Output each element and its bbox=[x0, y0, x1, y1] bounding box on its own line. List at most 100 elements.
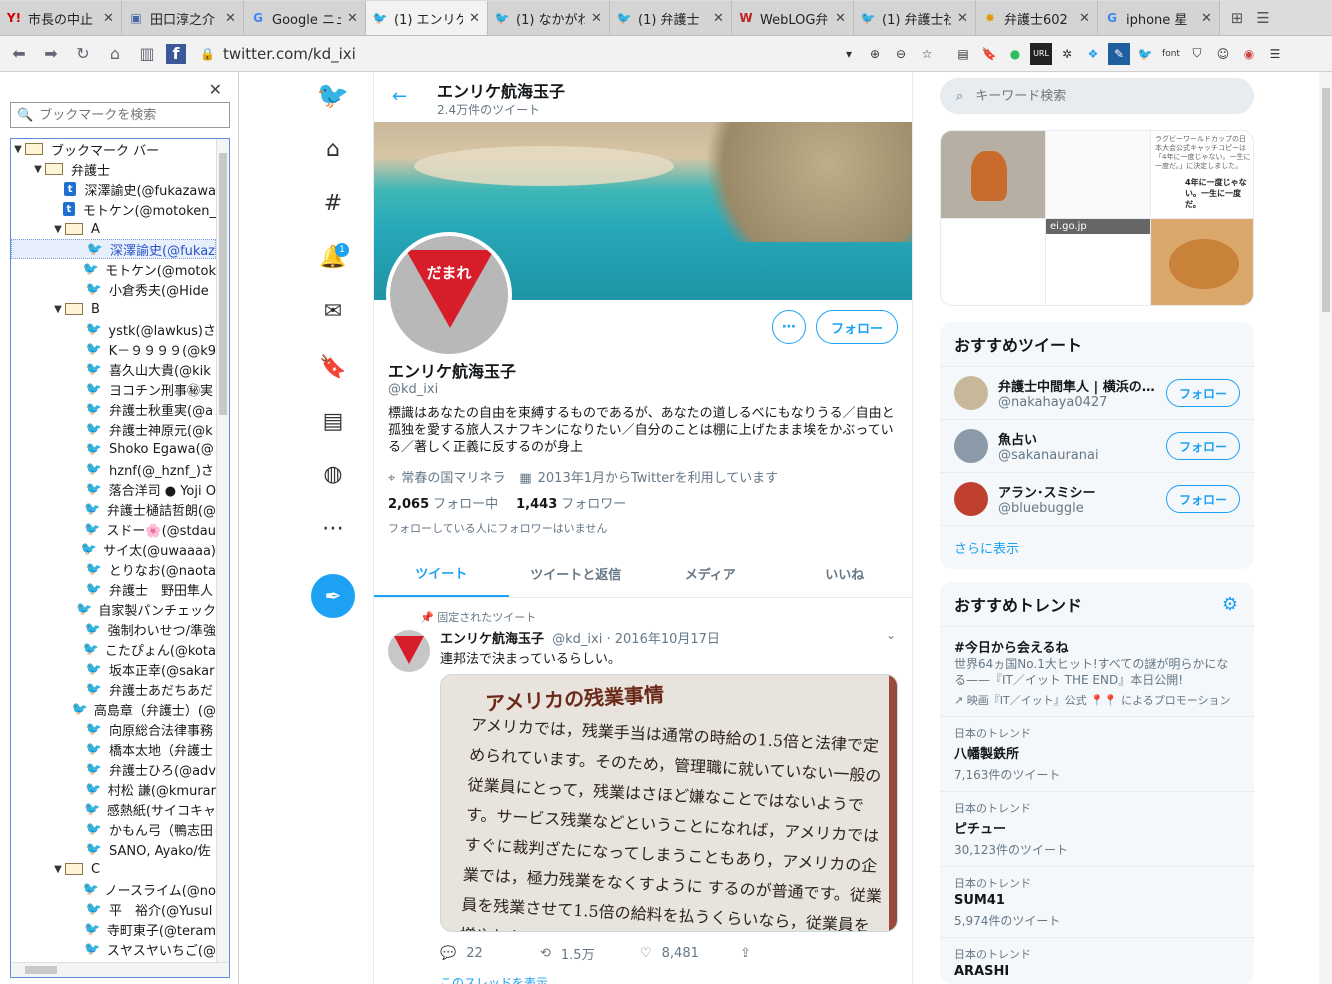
new-tab-icon[interactable]: ⊞ bbox=[1228, 9, 1246, 27]
trend-item[interactable]: 日本のトレンド 八幡製鉄所 7,163件のツイート bbox=[940, 717, 1254, 792]
browser-tab[interactable]: W WebLOG弁 ✕ bbox=[732, 1, 854, 35]
browser-tab[interactable]: 🐦 (1) 弁護士社 ✕ bbox=[854, 1, 976, 35]
reload-icon[interactable]: ↻ bbox=[70, 41, 96, 67]
media-tile-text[interactable] bbox=[941, 219, 1045, 305]
expand-triangle-icon[interactable]: ▼ bbox=[51, 304, 65, 315]
twitter-search[interactable]: ⌕ bbox=[940, 78, 1254, 114]
bookmark-item[interactable]: 🐦 モトケン(@motok bbox=[11, 259, 216, 279]
expand-triangle-icon[interactable]: ▼ bbox=[11, 144, 25, 155]
gear-ext-icon[interactable]: ✲ bbox=[1056, 43, 1078, 65]
home-icon[interactable]: ⌂ bbox=[102, 41, 128, 67]
follow-button[interactable]: フォロー bbox=[815, 310, 898, 344]
browser-tab[interactable]: 🐦 (1) エンリケ ✕ bbox=[366, 1, 488, 35]
expand-triangle-icon[interactable]: ▼ bbox=[51, 224, 65, 235]
followers-link[interactable]: 1,443 フォロワー bbox=[516, 493, 626, 512]
bookmark-item[interactable]: 🐦 SANO, Ayako/佐 bbox=[11, 839, 216, 859]
bookmark-folder[interactable]: ▼ B bbox=[11, 299, 216, 319]
show-thread-link[interactable]: このスレッドを表示 bbox=[440, 974, 548, 984]
browser-tab[interactable]: ▣ 田口淳之介 ✕ bbox=[122, 1, 244, 35]
bookmark-item[interactable]: 🐦 寺町東子(@teram bbox=[11, 919, 216, 939]
avatar[interactable] bbox=[954, 482, 988, 516]
evernote-icon[interactable]: ● bbox=[1004, 43, 1026, 65]
chat-ext-icon[interactable]: ☺ bbox=[1212, 43, 1234, 65]
star-icon[interactable]: ☆ bbox=[916, 43, 938, 65]
bookmark-item[interactable]: 🐦 弁護士 野田隼人 bbox=[11, 579, 216, 599]
bookmark-search[interactable]: 🔍 bbox=[10, 102, 230, 128]
media-tile-fox[interactable] bbox=[941, 131, 1045, 218]
zoom-out-icon[interactable]: ⊖ bbox=[890, 43, 912, 65]
bookmark-item[interactable]: 🐦 坂本正幸(@sakar bbox=[11, 659, 216, 679]
bookmark-item[interactable]: 🐦 かもん弓（鴨志田 bbox=[11, 819, 216, 839]
url-icon[interactable]: URL bbox=[1030, 42, 1052, 65]
messages-envelope-icon[interactable]: ✉ bbox=[308, 291, 358, 331]
bookmark-folder[interactable]: ▼ C bbox=[11, 859, 216, 879]
more-icon[interactable]: ⋯ bbox=[308, 508, 358, 548]
media-tile-gov[interactable]: ei.go.jp bbox=[1046, 219, 1150, 305]
close-tab-icon[interactable]: ✕ bbox=[957, 11, 969, 26]
bookmark-item[interactable]: 🐦 向原総合法律事務 bbox=[11, 719, 216, 739]
promoted-trend[interactable]: #今日から会えるね 世界64ヵ国No.1大ヒット!すべての謎が明らかになる——『… bbox=[940, 627, 1254, 717]
trend-item[interactable]: 日本のトレンド SUM41 5,974件のツイート bbox=[940, 867, 1254, 938]
bookmark-item[interactable]: 🐦 弁護士樋詰哲朗(@ bbox=[11, 499, 216, 519]
chevron-down-icon[interactable]: ⌄ bbox=[886, 628, 896, 642]
who-to-follow-item[interactable]: 弁護士中間隼人 | 横浜の… @nakahaya0427 フォロー bbox=[940, 367, 1254, 420]
browser-tab[interactable]: 🐦 (1) なかがわ ✕ bbox=[488, 1, 610, 35]
bookmark-item[interactable]: 🐦 深澤諭史(@fukaz bbox=[11, 239, 216, 259]
bookmark-item[interactable]: 🐦 スドー🌸(@stdau bbox=[11, 519, 216, 539]
bookmark-item[interactable]: 🐦 スヤスヤいちご(@ bbox=[11, 939, 216, 959]
bookmark-item[interactable]: 🐦 自家製パンチェック bbox=[11, 599, 216, 619]
following-link[interactable]: 2,065 フォロー中 bbox=[388, 493, 498, 512]
close-tab-icon[interactable]: ✕ bbox=[103, 11, 115, 26]
bookmark-item[interactable]: 🐦 小倉秀夫(@Hide bbox=[11, 279, 216, 299]
bookmark-item[interactable]: 🐦 感熱紙(サイコキャ bbox=[11, 799, 216, 819]
bookmark-item[interactable]: 🐦 喜久山大貴(@kik bbox=[11, 359, 216, 379]
twitter-search-input[interactable] bbox=[975, 88, 1216, 104]
reply-button[interactable]: 💬 22 bbox=[440, 944, 540, 963]
tree-horizontal-scrollbar[interactable] bbox=[11, 962, 229, 977]
profile-avatar[interactable]: だまれ bbox=[386, 232, 512, 358]
close-tab-icon[interactable]: ✕ bbox=[1079, 11, 1091, 26]
who-to-follow-item[interactable]: アラン･スミシー @bluebuggle フォロー bbox=[940, 473, 1254, 526]
follow-button[interactable]: フォロー bbox=[1165, 432, 1240, 460]
who-to-follow-item[interactable]: 魚占い @sakanauranai フォロー bbox=[940, 420, 1254, 473]
media-tile-rugby[interactable]: ラグビーワールドカップの日本大会公式キャッチコピーは「4年に一度じゃない。一生に… bbox=[1151, 131, 1253, 218]
profile-tab[interactable]: ツイートと返信 bbox=[509, 550, 644, 597]
twitter-ext-icon[interactable]: 🐦 bbox=[1134, 43, 1156, 65]
tree-vertical-scrollbar[interactable] bbox=[216, 139, 229, 963]
compose-tweet-button[interactable]: ✒ bbox=[311, 574, 355, 618]
media-tile-tweet[interactable] bbox=[1046, 131, 1150, 218]
tweet-author[interactable]: エンリケ航海玉子 bbox=[440, 632, 544, 647]
bookmark-item[interactable]: 🐦 弁護士神原元(@k bbox=[11, 419, 216, 439]
notifications-bell-icon[interactable]: 🔔 1 bbox=[308, 237, 358, 277]
close-tab-icon[interactable]: ✕ bbox=[591, 11, 603, 26]
browser-tab[interactable]: ✸ 弁護士602 ✕ bbox=[976, 1, 1098, 35]
close-tab-icon[interactable]: ✕ bbox=[835, 11, 847, 26]
gear-icon[interactable]: ⚙ bbox=[1222, 594, 1238, 615]
show-more-link[interactable]: さらに表示 bbox=[940, 526, 1254, 569]
close-icon[interactable]: ✕ bbox=[209, 80, 222, 99]
home-nav-icon[interactable]: ⌂ bbox=[308, 129, 358, 169]
trend-item[interactable]: 日本のトレンド ARASHI bbox=[940, 938, 1254, 984]
pencil-ext-icon[interactable]: ✎ bbox=[1108, 42, 1130, 65]
bookmark-item[interactable]: t モトケン(@motoken_ bbox=[11, 199, 216, 219]
profile-icon[interactable]: ◍ bbox=[308, 454, 358, 494]
bookmarks-icon[interactable]: 🔖 bbox=[308, 347, 358, 387]
tab-list-menu-icon[interactable]: ☰ bbox=[1254, 9, 1272, 27]
bookmark-item[interactable]: 🐦 K－９９９９(@k9 bbox=[11, 339, 216, 359]
bookmark-item[interactable]: 🐦 落合洋司 ● Yoji O bbox=[11, 479, 216, 499]
close-tab-icon[interactable]: ✕ bbox=[225, 11, 237, 26]
bookmark-item[interactable]: 🐦 こたぴょん(@kota bbox=[11, 639, 216, 659]
dropdown-icon[interactable]: ▾ bbox=[838, 43, 860, 65]
bookmark-library-icon[interactable]: ▥ bbox=[134, 41, 160, 67]
shield-ext-icon[interactable]: ⛉ bbox=[1186, 43, 1208, 65]
bookmark-item[interactable]: 🐦 サイ太(@uwaaaa) bbox=[11, 539, 216, 559]
follow-button[interactable]: フォロー bbox=[1165, 485, 1240, 513]
bookmark-item[interactable]: 🐦 橋本太地（弁護士 bbox=[11, 739, 216, 759]
bookmark-item[interactable]: 🐦 平 裕介(@Yusul bbox=[11, 899, 216, 919]
page-scrollbar[interactable] bbox=[1319, 72, 1332, 984]
follow-button[interactable]: フォロー bbox=[1165, 379, 1240, 407]
profile-tab[interactable]: いいね bbox=[778, 550, 913, 597]
tweet-date[interactable]: · 2016年10月17日 bbox=[607, 632, 720, 647]
browser-tab[interactable]: G Google ニュ ✕ bbox=[244, 1, 366, 35]
bookmark-item[interactable]: 🐦 弁護士ひろ(@adv bbox=[11, 759, 216, 779]
